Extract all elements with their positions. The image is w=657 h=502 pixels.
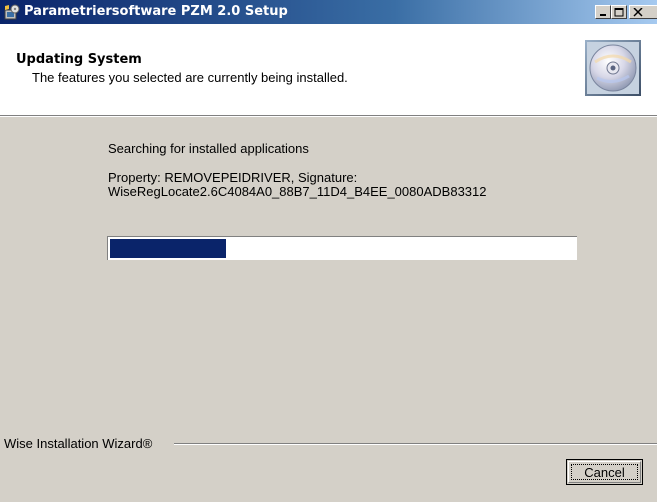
close-button[interactable] <box>629 5 657 19</box>
title-bar[interactable]: Parametriersoftware PZM 2.0 Setup <box>0 0 657 24</box>
installer-icon <box>4 4 20 20</box>
header-title: Updating System <box>16 52 142 67</box>
minimize-button[interactable] <box>595 5 611 19</box>
cancel-button-focus: Cancel <box>571 464 638 480</box>
progress-bar <box>107 236 577 260</box>
detail-line-1: Property: REMOVEPEIDRIVER, Signature: <box>108 170 358 185</box>
detail-text: Property: REMOVEPEIDRIVER, Signature: Wi… <box>108 171 487 199</box>
wizard-label: Wise Installation Wizard® <box>4 436 153 451</box>
header-divider-highlight <box>0 116 657 117</box>
maximize-button[interactable] <box>611 5 627 19</box>
minimize-icon <box>600 14 606 16</box>
header-subtitle: The features you selected are currently … <box>32 70 348 85</box>
footer-divider-highlight <box>174 444 657 445</box>
detail-line-2: WiseRegLocate2.6C4084A0_88B7_11D4_B4EE_0… <box>108 184 487 199</box>
close-icon <box>633 8 643 17</box>
maximize-icon <box>614 8 624 17</box>
cd-disc-icon <box>585 40 641 96</box>
header-panel: Updating System The features you selecte… <box>0 24 657 115</box>
window-title: Parametriersoftware PZM 2.0 Setup <box>24 4 288 19</box>
cancel-label: Cancel <box>584 464 625 480</box>
setup-window: Parametriersoftware PZM 2.0 Setup Updati… <box>0 0 657 502</box>
cancel-button[interactable]: Cancel <box>566 459 643 485</box>
status-text: Searching for installed applications <box>108 141 309 156</box>
progress-fill <box>110 239 226 258</box>
